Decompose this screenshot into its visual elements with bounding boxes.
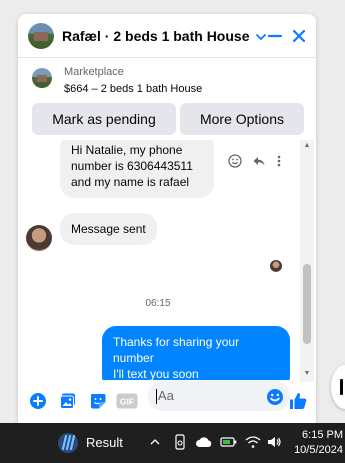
chat-header[interactable]: Rafæl · 2 beds 1 bath House xyxy=(18,14,316,58)
volume-icon[interactable] xyxy=(266,434,282,450)
plus-icon[interactable] xyxy=(28,391,48,411)
battery-icon[interactable] xyxy=(220,434,238,450)
reply-icon[interactable] xyxy=(252,154,266,173)
close-icon[interactable] xyxy=(288,25,310,47)
text-caret xyxy=(156,389,157,405)
incoming-message[interactable]: Hi Natalie, my phone number is 630644351… xyxy=(60,140,214,198)
message-input[interactable]: Aa xyxy=(148,381,290,411)
message-list[interactable]: Hi Natalie, my phone number is 630644351… xyxy=(18,140,316,380)
message-line: and my name is rafael xyxy=(71,175,190,189)
chat-window: Rafæl · 2 beds 1 bath House Marketplace … xyxy=(18,14,316,423)
outgoing-message[interactable]: Thanks for sharing your number I'll text… xyxy=(102,326,290,380)
listing-price-title: $664 – 2 beds 1 bath House xyxy=(64,83,203,95)
emoji-icon[interactable] xyxy=(266,387,284,405)
thumbs-up-icon[interactable] xyxy=(288,391,308,411)
taskbar: Result 6:15 PM 10/5/2024 xyxy=(0,423,345,463)
message-timestamp: 06:15 xyxy=(145,298,171,309)
emoji-react-icon[interactable] xyxy=(228,154,242,173)
minimize-icon[interactable] xyxy=(264,25,286,47)
scroll-up-arrow[interactable]: ▲ xyxy=(303,142,311,150)
message-scrollbar[interactable]: ▲ ▼ xyxy=(300,140,314,382)
sticker-icon[interactable] xyxy=(88,391,108,411)
message-line: I'll text you soon xyxy=(113,367,199,380)
photo-icon[interactable] xyxy=(58,391,78,411)
taskbar-search-result[interactable]: Result xyxy=(86,435,123,450)
listing-actions: Mark as pending More Options xyxy=(18,103,316,135)
message-line: Thanks for sharing your xyxy=(113,335,240,349)
chevron-up-icon[interactable] xyxy=(148,435,162,449)
message-tools xyxy=(228,154,282,173)
message-text: Message sent xyxy=(71,222,146,236)
clock-time: 6:15 PM xyxy=(302,429,343,441)
message-line: number is 6306443511 xyxy=(71,159,193,173)
scrollbar-thumb[interactable] xyxy=(303,264,311,344)
wifi-icon[interactable] xyxy=(245,434,261,450)
listing-avatar[interactable] xyxy=(28,22,54,49)
marketplace-label: Marketplace xyxy=(64,66,124,78)
message-line: number xyxy=(113,351,154,365)
scroll-down-arrow[interactable]: ▼ xyxy=(303,370,311,378)
message-line: Hi Natalie, my phone xyxy=(71,143,183,157)
taskbar-clock[interactable]: 6:15 PM 10/5/2024 xyxy=(294,428,343,458)
more-options-button[interactable]: More Options xyxy=(180,103,304,135)
cricket-logo-icon[interactable] xyxy=(56,431,80,455)
listing-thumbnail xyxy=(32,68,52,88)
chat-title[interactable]: Rafæl · 2 beds 1 bath House xyxy=(62,28,249,44)
cloud-icon[interactable] xyxy=(195,435,213,449)
more-dots-icon[interactable] xyxy=(276,154,282,173)
side-chat-bubble[interactable] xyxy=(331,365,345,409)
mark-as-pending-button[interactable]: Mark as pending xyxy=(32,103,176,135)
seen-avatar xyxy=(270,260,282,272)
message-input-placeholder: Aa xyxy=(158,388,174,403)
gif-icon[interactable]: GIF xyxy=(116,391,138,411)
gif-label: GIF xyxy=(120,397,134,407)
incoming-message[interactable]: Message sent xyxy=(60,213,157,245)
sender-avatar[interactable] xyxy=(26,225,52,251)
device-icon[interactable] xyxy=(172,434,188,450)
clock-date: 10/5/2024 xyxy=(294,444,343,456)
side-bubble-mark xyxy=(340,379,343,395)
